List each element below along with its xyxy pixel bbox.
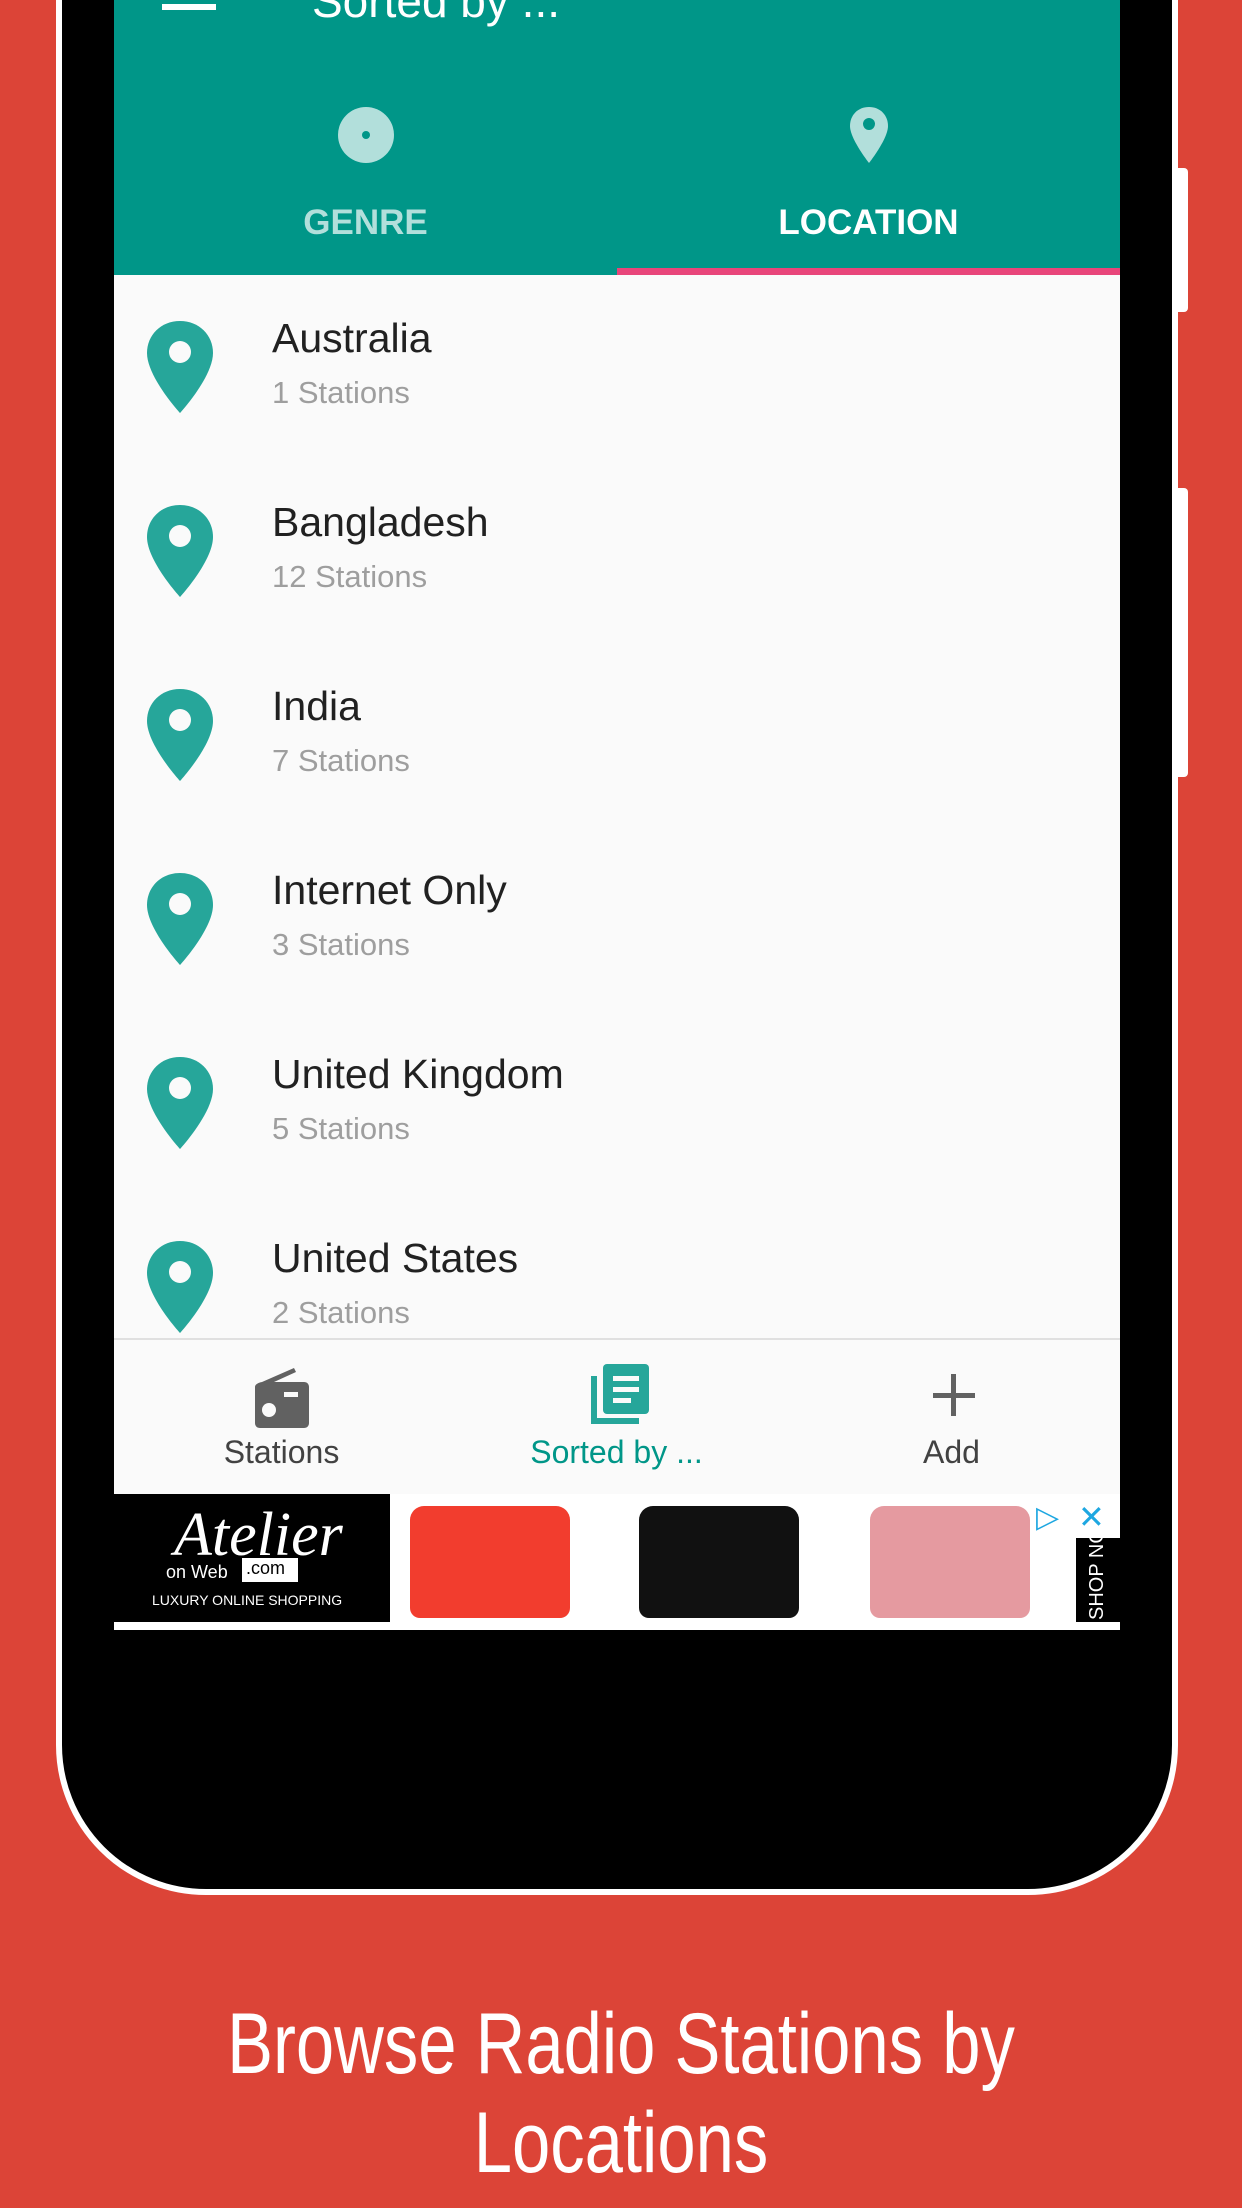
station-count: 2 Stations (272, 1295, 410, 1330)
location-name: India (272, 683, 361, 729)
tab-genre[interactable]: GENRE (114, 105, 617, 275)
ad-choices-icon[interactable]: ▷ (1036, 1500, 1059, 1535)
station-count: 1 Stations (272, 375, 410, 410)
ad-product-image (410, 1506, 570, 1618)
ad-logo: Atelier on Web .com LUXURY ONLINE SHOPPI… (114, 1494, 390, 1622)
location-name: Australia (272, 315, 432, 361)
map-pin-icon (147, 505, 213, 597)
ad-close-icon[interactable]: ✕ (1078, 1498, 1105, 1536)
ad-cta-label: SHOP NOW (1086, 1538, 1108, 1620)
location-list-item[interactable]: United Kingdom 5 Stations (114, 1011, 1120, 1195)
nav-label: Sorted by ... (530, 1434, 703, 1470)
map-pin-icon (147, 321, 213, 413)
map-pin-icon (147, 1241, 213, 1333)
ad-product-image (870, 1506, 1030, 1618)
ad-product-image (639, 1506, 799, 1618)
location-list-item[interactable]: Internet Only 3 Stations (114, 827, 1120, 1011)
nav-add[interactable]: Add (784, 1340, 1119, 1496)
ad-banner[interactable]: Atelier on Web .com LUXURY ONLINE SHOPPI… (114, 1494, 1120, 1630)
location-name: Bangladesh (272, 499, 489, 545)
caption: Browse Radio Stations by Locations (227, 1996, 1015, 2191)
location-list-item[interactable]: Bangladesh 12 Stations (114, 459, 1120, 643)
location-list-item[interactable]: India 7 Stations (114, 643, 1120, 827)
map-pin-icon (147, 873, 213, 965)
bottom-navigation: Stations Sorted by ... Add (114, 1338, 1120, 1494)
ad-brand-sub: on Web (166, 1562, 228, 1582)
ad-cta[interactable]: SHOP NOW (1076, 1538, 1120, 1622)
station-count: 7 Stations (272, 743, 410, 778)
app-screen: Sorted by ... GENRE LOCATION Australia 1 … (114, 0, 1120, 1630)
tab-label: GENRE (303, 203, 428, 242)
tab-label: LOCATION (778, 203, 959, 242)
station-count: 12 Stations (272, 559, 428, 594)
map-pin-icon (147, 1057, 213, 1149)
location-list-item[interactable]: Australia 1 Stations (114, 275, 1120, 459)
map-pin-icon (850, 107, 888, 163)
nav-label: Add (923, 1434, 980, 1470)
ad-domain: .com (242, 1558, 298, 1582)
location-name: Internet Only (272, 867, 507, 913)
disc-icon (338, 107, 394, 163)
tab-location[interactable]: LOCATION (617, 105, 1120, 275)
phone-side-button (1178, 168, 1188, 312)
tab-indicator (617, 268, 1120, 275)
ad-tagline: LUXURY ONLINE SHOPPING (152, 1592, 343, 1608)
radio-icon (255, 1368, 309, 1428)
plus-icon (933, 1374, 975, 1416)
location-name: United Kingdom (272, 1051, 564, 1097)
station-count: 3 Stations (272, 927, 410, 962)
station-count: 5 Stations (272, 1111, 410, 1146)
nav-sorted-by[interactable]: Sorted by ... (449, 1340, 784, 1496)
library-icon (591, 1364, 649, 1424)
phone-side-button (1178, 488, 1188, 777)
app-bar-title: Sorted by ... (312, 0, 561, 27)
app-bar: Sorted by ... GENRE LOCATION (114, 0, 1120, 275)
nav-stations[interactable]: Stations (114, 1340, 449, 1496)
location-name: United States (272, 1235, 519, 1281)
nav-label: Stations (223, 1434, 340, 1470)
map-pin-icon (147, 689, 213, 781)
